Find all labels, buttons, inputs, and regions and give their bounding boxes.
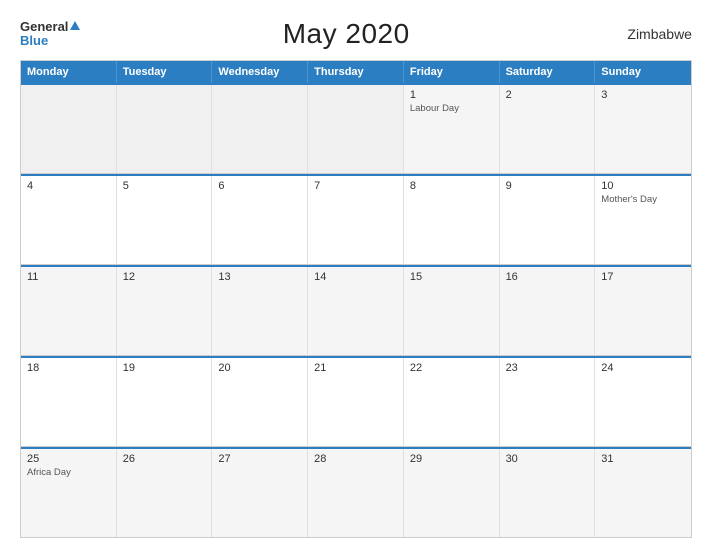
header-thursday: Thursday xyxy=(308,61,404,83)
cal-cell: 28 xyxy=(308,449,404,537)
cal-cell: 21 xyxy=(308,358,404,446)
cal-cell: 26 xyxy=(117,449,213,537)
day-number: 9 xyxy=(506,180,589,192)
logo-triangle-icon xyxy=(70,21,80,30)
logo-blue-text: Blue xyxy=(20,34,80,48)
calendar-header-row: Monday Tuesday Wednesday Thursday Friday… xyxy=(21,61,691,83)
calendar-row-1: 1 Labour Day 23 xyxy=(21,83,691,174)
day-number: 7 xyxy=(314,180,397,192)
header-sunday: Sunday xyxy=(595,61,691,83)
cal-cell: 27 xyxy=(212,449,308,537)
calendar-page: General Blue May 2020 Zimbabwe Monday Tu… xyxy=(0,0,712,550)
day-number: 20 xyxy=(218,362,301,374)
country-label: Zimbabwe xyxy=(612,26,692,42)
day-number: 3 xyxy=(601,89,685,101)
cal-cell: 22 xyxy=(404,358,500,446)
calendar-row-2: 4 56 7 8 9 10 Mother's Day xyxy=(21,174,691,265)
day-number: 12 xyxy=(123,271,206,283)
calendar-grid: Monday Tuesday Wednesday Thursday Friday… xyxy=(20,60,692,538)
day-number: 24 xyxy=(601,362,685,374)
calendar-row-4: 18 19 20 21 22 23 24 xyxy=(21,356,691,447)
cal-cell xyxy=(117,85,213,173)
page-header: General Blue May 2020 Zimbabwe xyxy=(20,18,692,50)
cal-cell: 11 xyxy=(21,267,117,355)
day-number: 1 xyxy=(410,89,493,101)
day-number: 13 xyxy=(218,271,301,283)
day-number: 30 xyxy=(506,453,589,465)
day-number: 2 xyxy=(506,89,589,101)
day-number: 22 xyxy=(410,362,493,374)
cal-cell: 6 xyxy=(212,176,308,264)
logo-block: General Blue xyxy=(20,20,80,49)
day-number: 15 xyxy=(410,271,493,283)
logo: General Blue xyxy=(20,20,80,49)
day-number: 17 xyxy=(601,271,685,283)
holiday-label: Mother's Day xyxy=(601,194,685,205)
day-number: 16 xyxy=(506,271,589,283)
cal-cell: 9 xyxy=(500,176,596,264)
header-monday: Monday xyxy=(21,61,117,83)
cal-cell: 10 Mother's Day xyxy=(595,176,691,264)
cal-cell: 17 xyxy=(595,267,691,355)
day-number: 18 xyxy=(27,362,110,374)
day-number: 5 xyxy=(123,180,206,192)
cal-cell: 14 xyxy=(308,267,404,355)
cal-cell: 13 xyxy=(212,267,308,355)
cal-cell: 24 xyxy=(595,358,691,446)
holiday-label: Africa Day xyxy=(27,467,110,478)
day-number: 31 xyxy=(601,453,685,465)
cal-cell: 2 xyxy=(500,85,596,173)
logo-general-text: General xyxy=(20,20,68,34)
cal-cell xyxy=(21,85,117,173)
cal-cell: 23 xyxy=(500,358,596,446)
cal-cell xyxy=(212,85,308,173)
day-number: 29 xyxy=(410,453,493,465)
cal-cell: 30 xyxy=(500,449,596,537)
cal-cell: 19 xyxy=(117,358,213,446)
cal-cell: 18 xyxy=(21,358,117,446)
cal-cell: 1 Labour Day xyxy=(404,85,500,173)
day-number: 10 xyxy=(601,180,685,192)
cal-cell: 16 xyxy=(500,267,596,355)
cal-cell: 15 xyxy=(404,267,500,355)
cal-cell: 3 xyxy=(595,85,691,173)
day-number: 25 xyxy=(27,453,110,465)
header-tuesday: Tuesday xyxy=(117,61,213,83)
cal-cell: 8 xyxy=(404,176,500,264)
day-number: 4 xyxy=(27,180,110,192)
calendar-row-5: 25 Africa Day 26 27 28 29 30 31 xyxy=(21,447,691,537)
day-number: 26 xyxy=(123,453,206,465)
header-friday: Friday xyxy=(404,61,500,83)
day-number: 19 xyxy=(123,362,206,374)
day-number: 27 xyxy=(218,453,301,465)
holiday-label: Labour Day xyxy=(410,103,493,114)
cal-cell: 4 xyxy=(21,176,117,264)
cal-cell: 29 xyxy=(404,449,500,537)
cal-cell: 12 xyxy=(117,267,213,355)
cal-cell: 20 xyxy=(212,358,308,446)
cal-cell: 31 xyxy=(595,449,691,537)
cal-cell: 5 xyxy=(117,176,213,264)
day-number: 28 xyxy=(314,453,397,465)
day-number: 6 xyxy=(218,180,301,192)
day-number: 11 xyxy=(27,271,110,283)
cal-cell xyxy=(308,85,404,173)
calendar-title: May 2020 xyxy=(283,18,410,50)
cal-cell: 25 Africa Day xyxy=(21,449,117,537)
calendar-body: 1Labour Day2345678910Mother's Day1112131… xyxy=(21,83,691,537)
calendar-row-3: 11 12 13 14 15 16 17 xyxy=(21,265,691,356)
day-number: 21 xyxy=(314,362,397,374)
cal-cell: 7 xyxy=(308,176,404,264)
header-wednesday: Wednesday xyxy=(212,61,308,83)
header-saturday: Saturday xyxy=(500,61,596,83)
day-number: 23 xyxy=(506,362,589,374)
day-number: 14 xyxy=(314,271,397,283)
day-number: 8 xyxy=(410,180,493,192)
